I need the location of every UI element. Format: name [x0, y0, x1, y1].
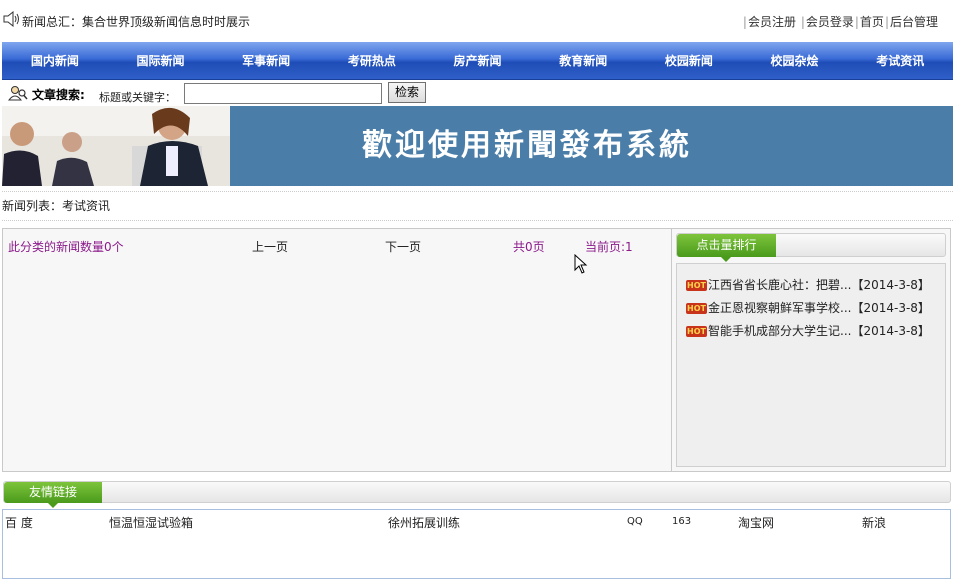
speaker-icon [3, 11, 19, 27]
click-ranking: 点击量排行 HOT 江西省省长鹿心社：把碧...【2014-3-8】 HOT 金正恩… [676, 233, 946, 467]
search-input[interactable] [184, 83, 382, 104]
main-nav: 国内新闻 国际新闻 军事新闻 考研热点 房产新闻 教育新闻 校园新闻 校园杂烩 … [2, 42, 953, 80]
ranking-list: HOT 江西省省长鹿心社：把碧...【2014-3-8】 HOT 金正恩视察朝鲜军事… [676, 263, 946, 467]
ranking-header: 点击量排行 [676, 233, 946, 262]
link-xuzhou-training[interactable]: 徐州拓展训练 [388, 514, 460, 531]
banner-photo [2, 106, 230, 186]
search-hint: 标题或关键字： [99, 91, 176, 104]
prev-page-link[interactable]: 上一页 [252, 238, 288, 255]
link-163[interactable]: 163 [672, 516, 691, 527]
nav-exam-info[interactable]: 考试资讯 [847, 42, 953, 79]
nav-campus-news[interactable]: 校园新闻 [636, 42, 742, 79]
ranking-item-date: 【2014-3-8】 [851, 278, 930, 292]
ranking-item-title[interactable]: 江西省省长鹿心社：把碧... [708, 278, 851, 292]
link-chamber[interactable]: 恒温恒湿试验箱 [109, 514, 193, 531]
nav-international-news[interactable]: 国际新闻 [108, 42, 214, 79]
total-pages: 共0页 [513, 240, 545, 254]
search-button[interactable]: 检索 [388, 82, 426, 103]
hot-badge-icon: HOT [686, 326, 707, 337]
news-ticker: 新闻总汇：集合世界顶级新闻信息时时展示 [22, 15, 251, 29]
banner-title: 歡迎使用新聞發布系統 [362, 128, 692, 163]
breadcrumb: 新闻列表：考试资讯 [2, 191, 953, 221]
friend-links-header: 友情链接 [3, 481, 951, 508]
ranking-item-date: 【2014-3-8】 [851, 324, 930, 338]
ranking-tab[interactable]: 点击量排行 [677, 234, 776, 262]
news-count: 此分类的新闻数量0个 [8, 240, 124, 254]
news-list-panel: 此分类的新闻数量0个 上一页 下一页 共0页 当前页:1 [3, 229, 672, 471]
main-content: 此分类的新闻数量0个 上一页 下一页 共0页 当前页:1 点击量排行 HOT 江西… [2, 228, 951, 472]
nav-campus-misc[interactable]: 校园杂烩 [742, 42, 848, 79]
ranking-item-date: 【2014-3-8】 [851, 301, 930, 315]
search-title: 文章搜索: [32, 88, 85, 102]
login-link[interactable]: 会员登录 [806, 15, 854, 29]
next-page-link[interactable]: 下一页 [385, 238, 421, 255]
ranking-item-title[interactable]: 金正恩视察朝鲜军事学校... [708, 301, 851, 315]
top-links: |会员注册 |会员登录|首页|后台管理 [742, 15, 938, 29]
link-taobao[interactable]: 淘宝网 [738, 514, 774, 531]
list-item[interactable]: HOT 金正恩视察朝鲜军事学校...【2014-3-8】 [686, 299, 930, 315]
current-page: 当前页:1 [585, 240, 633, 254]
ranking-item-title[interactable]: 智能手机成部分大学生记... [708, 324, 851, 338]
friend-links-tab[interactable]: 友情链接 [4, 482, 102, 508]
list-item[interactable]: HOT 智能手机成部分大学生记...【2014-3-8】 [686, 322, 930, 338]
nav-postgrad-hot[interactable]: 考研热点 [319, 42, 425, 79]
nav-military-news[interactable]: 军事新闻 [213, 42, 319, 79]
search-bar: 文章搜索: 标题或关键字： 检索 [2, 80, 953, 106]
link-qq[interactable]: QQ [627, 516, 643, 527]
friend-links: 百 度 恒温恒湿试验箱 徐州拓展训练 QQ 163 淘宝网 新浪 [2, 509, 951, 579]
link-sina[interactable]: 新浪 [862, 514, 886, 531]
top-bar: 新闻总汇：集合世界顶级新闻信息时时展示 |会员注册 |会员登录|首页|后台管理 [0, 0, 955, 42]
hot-badge-icon: HOT [686, 280, 707, 291]
hot-badge-icon: HOT [686, 303, 707, 314]
home-link[interactable]: 首页 [860, 15, 884, 29]
nav-education-news[interactable]: 教育新闻 [530, 42, 636, 79]
nav-realestate-news[interactable]: 房产新闻 [425, 42, 531, 79]
admin-link[interactable]: 后台管理 [890, 15, 938, 29]
list-item[interactable]: HOT 江西省省长鹿心社：把碧...【2014-3-8】 [686, 276, 930, 292]
register-link[interactable]: 会员注册 [748, 15, 796, 29]
link-baidu[interactable]: 百 度 [5, 514, 33, 531]
mouse-cursor-icon [574, 254, 588, 274]
nav-domestic-news[interactable]: 国内新闻 [2, 42, 108, 79]
users-icon [8, 86, 28, 101]
banner: 歡迎使用新聞發布系統 [2, 106, 953, 186]
